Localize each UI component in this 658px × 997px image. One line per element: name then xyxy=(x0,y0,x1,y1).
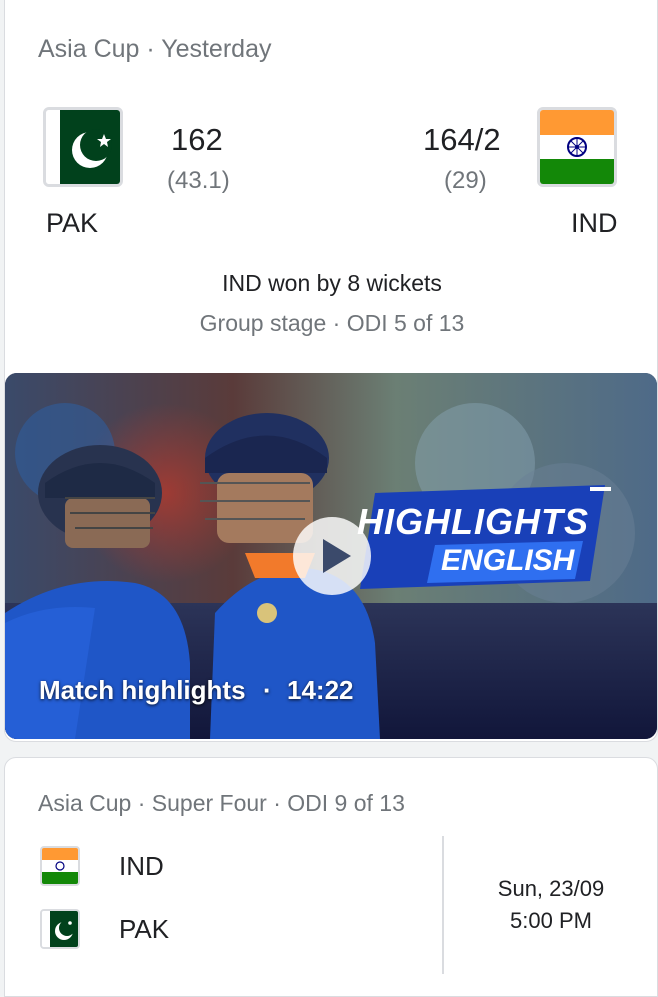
video-duration: 14:22 xyxy=(287,675,354,705)
highlights-badge-line2: ENGLISH xyxy=(441,544,575,577)
match-date: Sun, 23/09 xyxy=(497,876,605,901)
ind-overs: (29) xyxy=(444,167,487,194)
pak-team-name: PAK xyxy=(46,208,99,238)
ind-team-name: IND xyxy=(571,208,618,238)
upcoming-match-header: Asia Cup · Super Four · ODI 9 of 13 xyxy=(38,790,405,816)
highlights-video-thumbnail[interactable]: HIGHLIGHTS ENGLISH Match highlights · 14… xyxy=(5,373,657,739)
upcoming-match-card[interactable]: Asia Cup · Super Four · ODI 9 of 13 IND … xyxy=(4,757,658,997)
play-icon xyxy=(323,539,351,573)
ind-flag-small-icon xyxy=(40,846,80,886)
ind-score: 164/2 xyxy=(423,122,501,157)
pak-flag-small-icon xyxy=(40,909,80,949)
match-result: IND won by 8 wickets xyxy=(222,270,442,296)
upcoming-team2-name: PAK xyxy=(119,914,170,944)
pak-score: 162 xyxy=(171,122,223,157)
play-button[interactable] xyxy=(293,517,371,595)
match-header: Asia Cup · Yesterday xyxy=(38,35,272,63)
match-stage: Group stage · ODI 5 of 13 xyxy=(199,310,465,336)
vertical-divider xyxy=(442,836,444,974)
video-title: Match highlights xyxy=(39,675,246,705)
pak-overs: (43.1) xyxy=(167,167,230,194)
pak-flag-icon xyxy=(43,107,123,187)
match-result-card[interactable]: Asia Cup · Yesterday 162 (43.1) PAK 164/… xyxy=(4,0,658,742)
highlights-badge-line1: HIGHLIGHTS xyxy=(357,501,589,542)
video-separator: · xyxy=(263,675,272,705)
ind-flag-icon xyxy=(537,107,617,187)
match-time: 5:00 PM xyxy=(510,908,592,933)
upcoming-team1-name: IND xyxy=(119,851,164,881)
